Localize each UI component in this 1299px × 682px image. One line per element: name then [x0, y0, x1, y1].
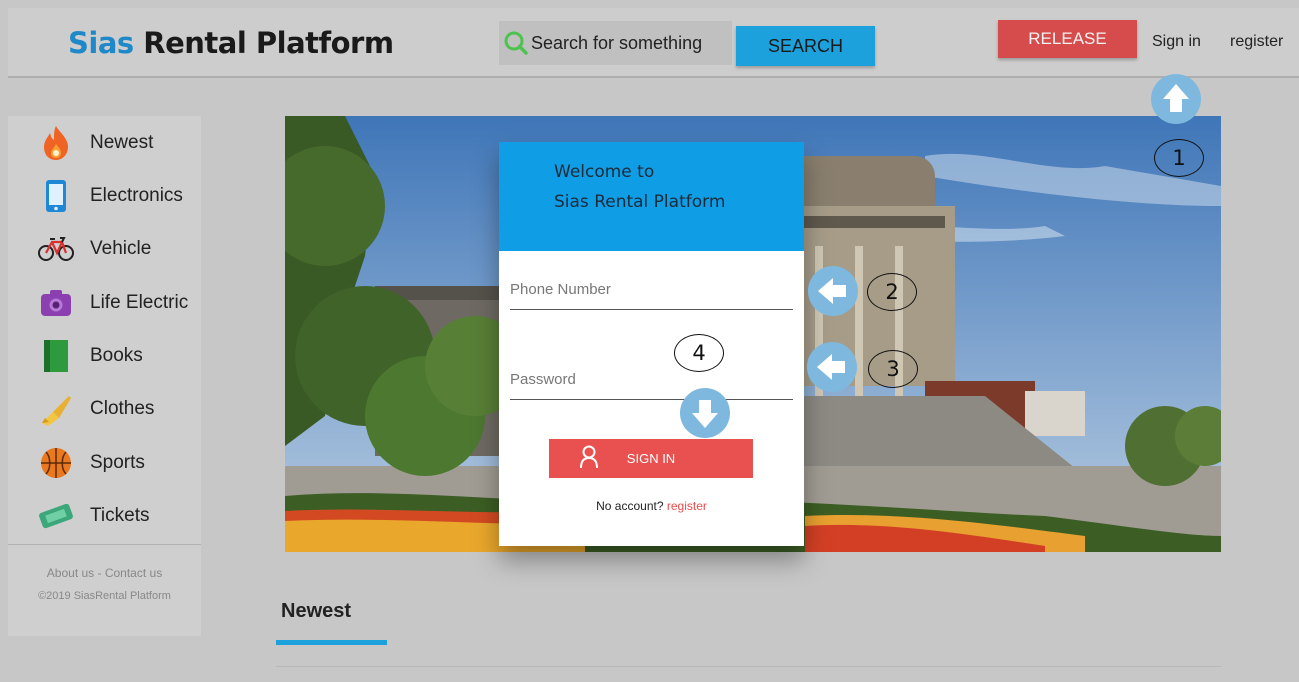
sign-in-button-label: SIGN IN — [626, 451, 676, 466]
arrow-up-icon — [1151, 74, 1201, 124]
arrow-left-icon — [808, 266, 858, 316]
sign-in-link[interactable]: Sign in — [1152, 33, 1201, 51]
sidebar-item-label: Vehicle — [90, 238, 152, 259]
annotation-marker-1: 1 — [1154, 139, 1204, 177]
no-account-text: No account? register — [499, 499, 804, 513]
phone-number-input[interactable] — [510, 269, 793, 310]
search-button[interactable]: SEARCH — [736, 26, 875, 66]
site-logo[interactable]: Sias Rental Platform — [68, 26, 394, 60]
section-title-newest: Newest — [281, 600, 352, 622]
no-account-label: No account? — [596, 499, 664, 513]
arrow-left-icon — [807, 342, 857, 392]
bicycle-icon — [38, 229, 74, 269]
sidebar-item-label: Sports — [90, 452, 145, 473]
annotation-marker-3: 3 — [868, 350, 918, 388]
category-sidebar: Newest Electronics Vehicle Life Electric… — [8, 116, 201, 636]
clothes-brush-icon — [38, 389, 74, 429]
modal-title-line2: Sias Rental Platform — [554, 192, 726, 212]
modal-register-link[interactable]: register — [667, 499, 707, 513]
sidebar-item-life-electric[interactable]: Life Electric — [8, 278, 201, 328]
arrow-down-icon — [680, 388, 730, 438]
logo-text: Rental Platform — [133, 26, 394, 60]
phone-icon — [38, 176, 74, 216]
footer-links[interactable]: About us - Contact us — [8, 566, 201, 580]
sidebar-item-label: Clothes — [90, 398, 155, 419]
copyright-text: ©2019 SiasRental Platform — [38, 590, 171, 602]
sidebar-item-vehicle[interactable]: Vehicle — [8, 224, 201, 274]
sidebar-item-clothes[interactable]: Clothes — [8, 384, 201, 434]
sidebar-item-newest[interactable]: Newest — [8, 118, 201, 168]
sidebar-item-electronics[interactable]: Electronics — [8, 171, 201, 221]
book-icon — [38, 336, 74, 376]
register-link[interactable]: register — [1230, 33, 1283, 51]
search-input[interactable] — [529, 31, 723, 55]
flame-icon — [38, 123, 74, 163]
top-header: Sias Rental Platform SEARCH RELEASE Sign… — [8, 8, 1299, 78]
sidebar-item-sports[interactable]: Sports — [8, 438, 201, 488]
user-icon — [579, 445, 599, 472]
search-icon — [503, 30, 529, 56]
sidebar-item-label: Books — [90, 345, 143, 366]
modal-title-line1: Welcome to — [554, 162, 655, 182]
ticket-icon — [38, 496, 74, 536]
login-modal: Welcome to Sias Rental Platform SIGN IN … — [499, 142, 804, 546]
sidebar-item-label: Newest — [90, 132, 154, 153]
section-title-underline — [276, 640, 387, 645]
sidebar-item-label: Tickets — [90, 505, 150, 526]
sidebar-item-label: Life Electric — [90, 292, 189, 313]
logo-brand: Sias — [68, 26, 134, 60]
release-button[interactable]: RELEASE — [998, 20, 1137, 58]
sidebar-item-books[interactable]: Books — [8, 331, 201, 381]
content-divider — [276, 666, 1221, 667]
sidebar-item-tickets[interactable]: Tickets — [8, 491, 201, 541]
sign-in-button[interactable]: SIGN IN — [549, 439, 753, 478]
modal-header: Welcome to Sias Rental Platform — [499, 142, 804, 251]
sidebar-divider — [8, 544, 201, 545]
camera-icon — [38, 283, 74, 323]
sidebar-item-label: Electronics — [90, 185, 183, 206]
basketball-icon — [38, 443, 74, 483]
annotation-marker-2: 2 — [867, 273, 917, 311]
password-input[interactable] — [510, 359, 793, 400]
search-box — [499, 21, 732, 65]
annotation-marker-4: 4 — [674, 334, 724, 372]
